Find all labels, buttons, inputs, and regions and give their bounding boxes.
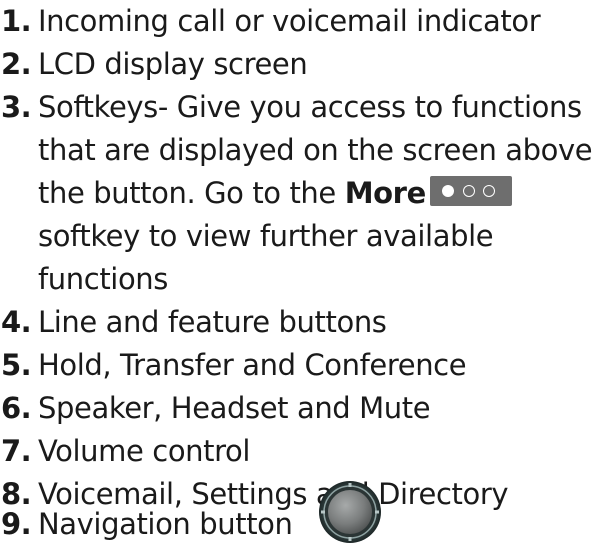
item-number: 6. xyxy=(1,391,32,425)
item-text-line: that are displayed on the screen above xyxy=(38,133,593,167)
list-item-3: 3. Softkeys- Give you access to function… xyxy=(0,86,614,301)
item-number: 3. xyxy=(1,90,32,124)
item-number: 1. xyxy=(1,4,32,38)
item-text: Speaker, Headset and Mute xyxy=(38,391,431,425)
navigation-button-icon xyxy=(319,481,381,543)
item-number: 4. xyxy=(1,305,32,339)
more-label: More xyxy=(344,176,427,210)
item-text-multiline: Softkeys- Give you access to functions t… xyxy=(38,86,610,301)
item-text: LCD display screen xyxy=(38,47,308,81)
item-text-line: the button. Go to the xyxy=(38,176,345,210)
item-text: Hold, Transfer and Conference xyxy=(38,348,467,382)
list-item-5: 5. Hold, Transfer and Conference xyxy=(0,344,614,387)
item-text-line: softkey to view further available xyxy=(38,219,494,253)
list-item-7: 7. Volume control xyxy=(0,430,614,473)
item-text-line: Softkeys- Give you access to functions xyxy=(38,90,582,124)
dot-ring xyxy=(482,185,495,197)
item-text: Line and feature buttons xyxy=(38,305,387,339)
item-number: 7. xyxy=(1,434,32,468)
item-text: Incoming call or voicemail indicator xyxy=(38,4,541,38)
dot-ring xyxy=(462,185,475,197)
more-softkey-icon xyxy=(429,176,512,206)
item-number: 9. xyxy=(1,507,32,541)
item-text-line: functions xyxy=(38,262,168,296)
list-item-1: 1. Incoming call or voicemail indicator xyxy=(0,0,614,43)
item-text: Volume control xyxy=(38,434,250,468)
dot-filled xyxy=(441,185,454,197)
list-item-2: 2. LCD display screen xyxy=(0,43,614,86)
list-item-6: 6. Speaker, Headset and Mute xyxy=(0,387,614,430)
list-item-9: 9. Navigation button xyxy=(0,503,614,546)
item-number: 2. xyxy=(1,47,32,81)
item-number: 5. xyxy=(1,348,32,382)
list-item-4: 4. Line and feature buttons xyxy=(0,301,614,344)
